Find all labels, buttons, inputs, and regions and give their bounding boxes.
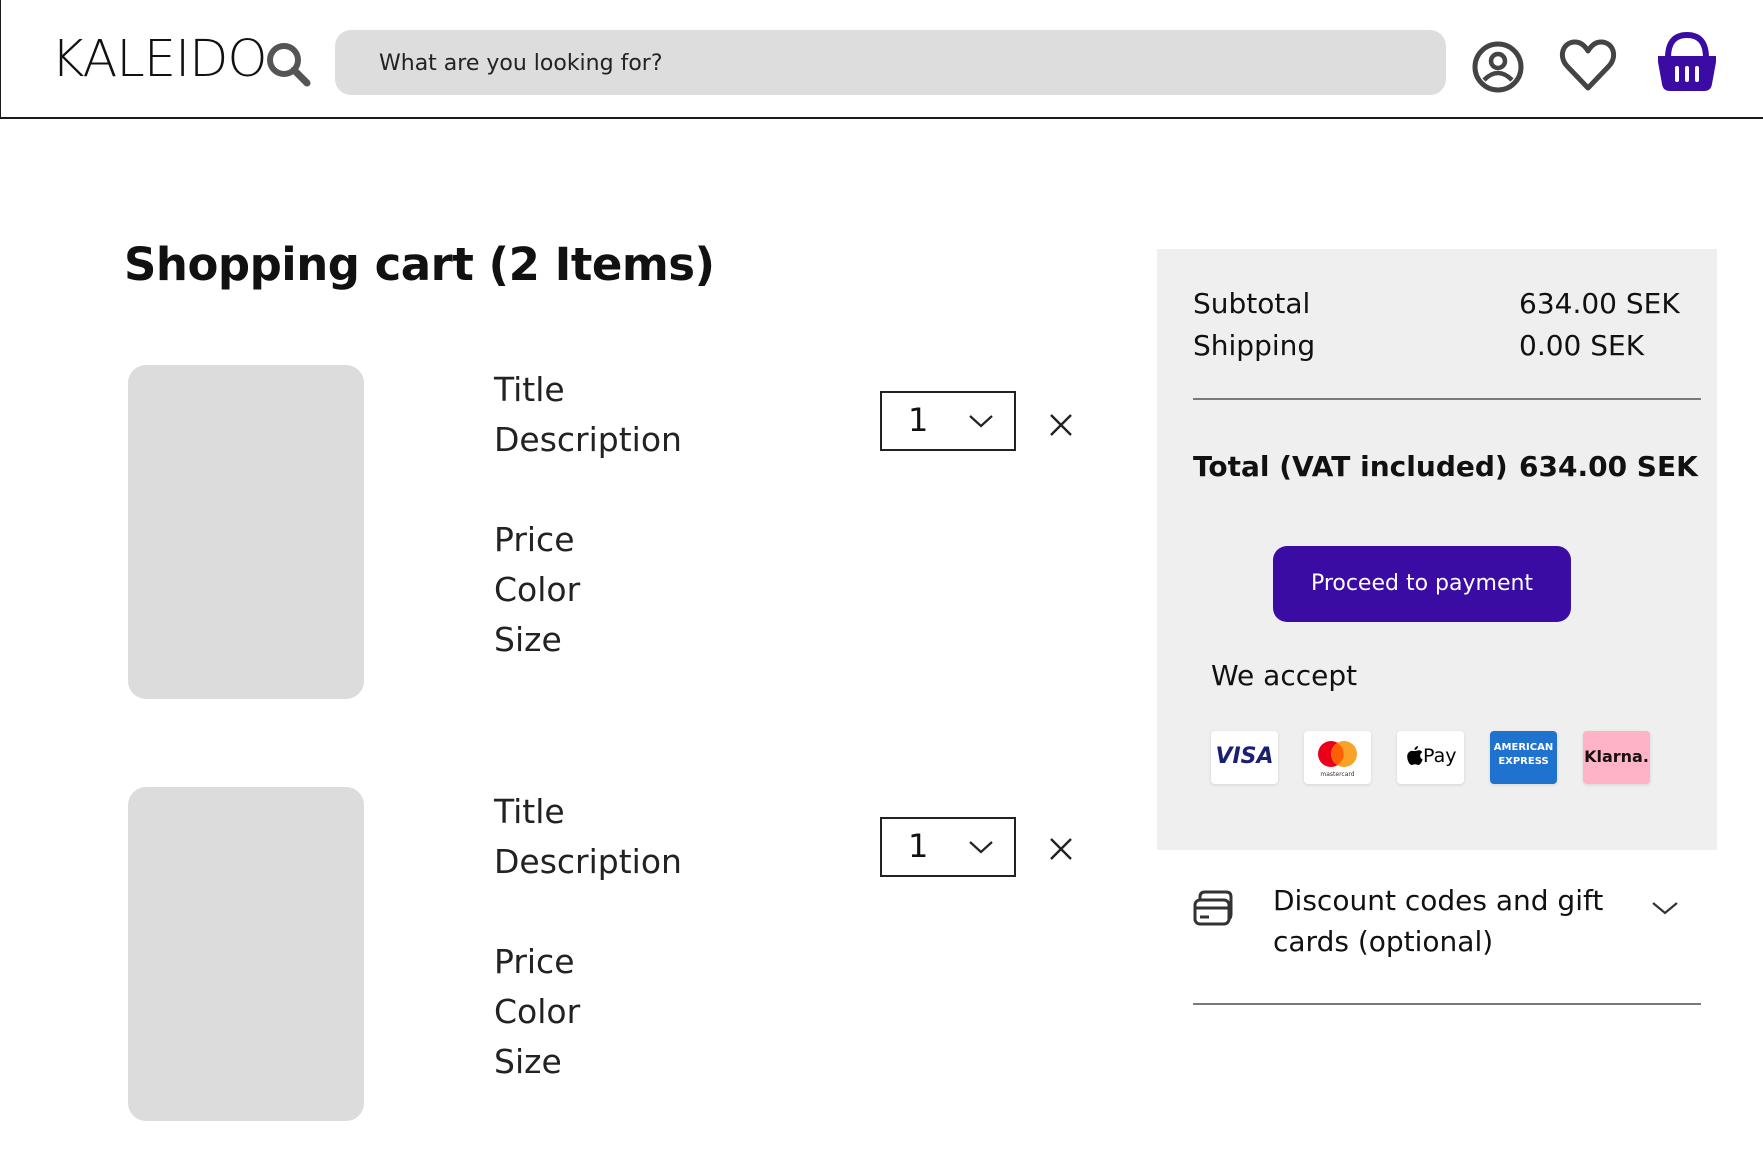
remove-item-button[interactable] — [1047, 411, 1075, 439]
subtotal-value: 634.00 SEK — [1519, 287, 1680, 320]
we-accept-label: We accept — [1211, 659, 1358, 692]
product-description: Description — [494, 420, 682, 459]
amex-text: AMERICAN EXPRESS — [1493, 742, 1554, 767]
close-icon — [1050, 838, 1072, 860]
discount-codes-accordion[interactable]: Discount codes and gift cards (optional) — [1157, 880, 1717, 1000]
mastercard-icon: mastercard — [1304, 731, 1371, 784]
basket-icon[interactable] — [1656, 30, 1718, 94]
product-title[interactable]: Title — [494, 787, 682, 837]
summary-divider — [1193, 398, 1701, 400]
quantity-select[interactable]: 1 — [880, 391, 1016, 451]
product-info: Title Description Price Color Size — [494, 787, 682, 1087]
product-size: Size — [494, 1042, 562, 1081]
visa-icon: VISA — [1211, 731, 1278, 784]
remove-item-button[interactable] — [1047, 835, 1075, 863]
product-price: Price — [494, 942, 575, 981]
total-value: 634.00 SEK — [1519, 450, 1698, 483]
search-icon[interactable] — [264, 40, 312, 88]
shipping-label: Shipping — [1193, 329, 1316, 362]
product-image-placeholder[interactable] — [128, 787, 364, 1121]
product-title[interactable]: Title — [494, 365, 682, 415]
quantity-select[interactable]: 1 — [880, 817, 1016, 877]
chevron-down-icon — [1652, 902, 1678, 915]
page-title: Shopping cart (2 Items) — [124, 238, 715, 291]
cart-item: Title Description Price Color Size 1 — [0, 787, 1100, 1127]
subtotal-label: Subtotal — [1193, 287, 1311, 320]
brand-logo[interactable]: KALEIDO — [51, 30, 268, 90]
product-price: Price — [494, 520, 575, 559]
product-color: Color — [494, 570, 581, 609]
mastercard-text: mastercard — [1320, 771, 1355, 778]
close-icon — [1050, 414, 1072, 436]
apple-pay-icon: Pay — [1397, 731, 1464, 784]
quantity-value: 1 — [908, 827, 929, 865]
search-input[interactable] — [377, 30, 1381, 97]
amex-icon: AMERICAN EXPRESS — [1490, 731, 1557, 784]
site-header: KALEIDO — [0, 0, 1763, 119]
product-color: Color — [494, 992, 581, 1031]
klarna-text: Klarna. — [1584, 747, 1649, 766]
product-size: Size — [494, 620, 562, 659]
order-summary-panel: Subtotal 634.00 SEK Shipping 0.00 SEK To… — [1157, 249, 1717, 850]
chevron-down-icon — [969, 841, 993, 854]
discount-divider — [1193, 1003, 1701, 1005]
total-label: Total (VAT included) — [1193, 450, 1508, 483]
apple-pay-text: Pay — [1423, 745, 1457, 767]
quantity-value: 1 — [908, 401, 929, 439]
product-info: Title Description Price Color Size — [494, 365, 682, 665]
user-circle-icon[interactable] — [1471, 40, 1525, 94]
search-bar — [335, 30, 1446, 97]
klarna-icon: Klarna. — [1583, 731, 1650, 784]
discount-codes-label: Discount codes and gift cards (optional) — [1273, 884, 1604, 958]
chevron-down-icon — [969, 415, 993, 428]
gift-card-icon — [1193, 890, 1233, 926]
proceed-to-payment-button[interactable]: Proceed to payment — [1273, 546, 1571, 622]
cart-item: Title Description Price Color Size 1 — [0, 365, 1100, 705]
shipping-value: 0.00 SEK — [1519, 329, 1645, 362]
product-image-placeholder[interactable] — [128, 365, 364, 699]
heart-icon[interactable] — [1559, 38, 1617, 92]
product-description: Description — [494, 842, 682, 881]
visa-text: VISA — [1215, 744, 1274, 769]
